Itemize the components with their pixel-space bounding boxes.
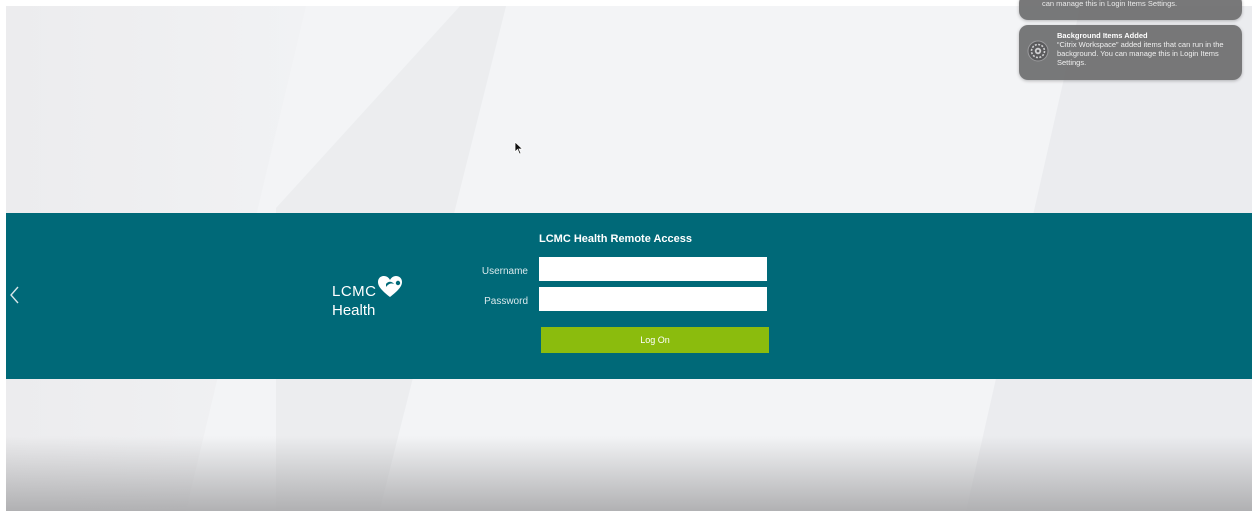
logo-text-health: Health: [332, 302, 376, 319]
login-page-background: LCMC Health LCMC Health Remote Access Us…: [6, 6, 1252, 511]
password-input[interactable]: [539, 287, 767, 311]
lcmc-health-logo: LCMC Health: [332, 275, 422, 325]
logo-text-lcmc: LCMC: [332, 283, 377, 300]
login-title: LCMC Health Remote Access: [539, 233, 693, 245]
username-input[interactable]: [539, 257, 767, 281]
login-band: LCMC Health LCMC Health Remote Access Us…: [6, 213, 1252, 379]
username-label: Username: [481, 266, 528, 277]
notification-background-items[interactable]: Background Items Added “Citrix Workspace…: [1019, 25, 1242, 80]
log-on-button[interactable]: Log On: [541, 327, 769, 353]
notification-title: Background Items Added: [1057, 31, 1148, 40]
chevron-left-icon[interactable]: [8, 283, 22, 307]
gear-icon: [1027, 40, 1049, 62]
notification-previous[interactable]: can manage this in Login Items Settings.: [1019, 0, 1242, 20]
notification-body: “Citrix Workspace” added items that can …: [1057, 40, 1224, 67]
notification-body: can manage this in Login Items Settings.: [1042, 0, 1178, 8]
mouse-pointer-icon: [514, 141, 524, 155]
heart-logo-icon: [377, 275, 403, 299]
password-label: Password: [484, 296, 528, 307]
bottom-shadow: [6, 436, 1252, 511]
screen: LCMC Health LCMC Health Remote Access Us…: [0, 0, 1252, 511]
